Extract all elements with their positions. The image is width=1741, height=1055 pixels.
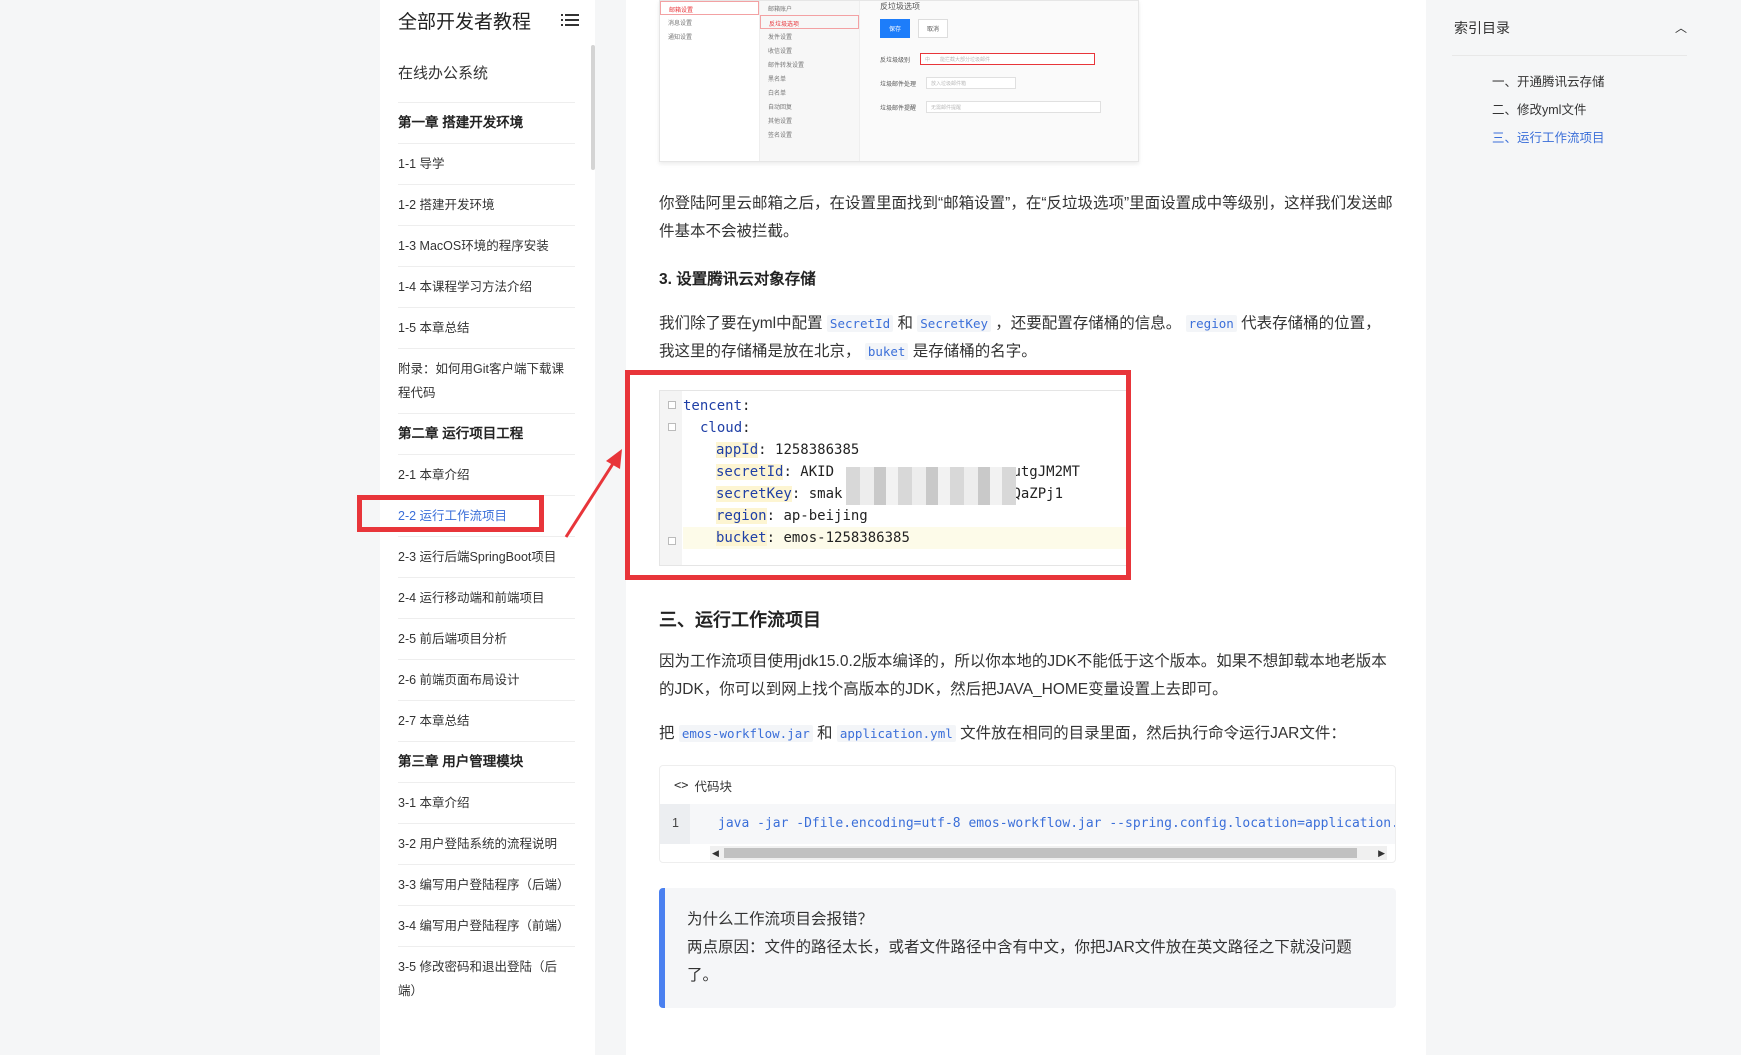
code-horizontal-scrollbar[interactable]: ◀ ▶ xyxy=(710,846,1387,860)
code-block-header: <> 代码块 xyxy=(660,766,1395,804)
text-run: 把 xyxy=(659,725,679,742)
scroll-left-icon[interactable]: ◀ xyxy=(712,848,719,859)
lesson-item[interactable]: 2-4 运行移动端和前端项目 xyxy=(398,577,575,618)
inline-code: SecretKey xyxy=(917,315,991,332)
screenshot-panel: 反垃圾选项 保存 取消 反垃圾级别 中 能拦截大部分垃圾邮件 垃圾邮件处理 放入… xyxy=(870,1,1138,161)
screenshot-subnav-item: 其他设置 xyxy=(768,119,793,125)
screenshot-row: 垃圾邮件处理 放入垃圾邮件箱 xyxy=(880,77,1017,89)
inline-code: SecretId xyxy=(826,315,894,332)
screenshot-cancel-button: 取消 xyxy=(918,19,949,38)
screenshot-subnav-item: 黑名单 xyxy=(768,77,787,83)
text-run: ，还要配置存储桶的信息。 xyxy=(991,315,1186,332)
annotation-arrow-icon xyxy=(564,449,622,538)
screenshot-subnav: 邮箱账户 反垃圾选项 发件设置 收信设置 邮件转发设置 黑名单 白名单 自动回复… xyxy=(760,1,860,161)
screenshot-subnav-item: 反垃圾选项 xyxy=(760,15,859,29)
chevron-up-icon[interactable]: ︿ xyxy=(1675,19,1687,36)
line-number: 1 xyxy=(660,804,690,844)
sidebar-title: 全部开发者教程 xyxy=(398,11,532,33)
screenshot-row: 反垃圾级别 中 能拦截大部分垃圾邮件 xyxy=(880,53,1096,65)
chapter-2: 第二章 运行项目工程 xyxy=(398,413,575,454)
heading-tencent-storage: 3. 设置腾讯云对象存储 xyxy=(659,271,816,288)
chapter-1: 第一章 搭建开发环境 xyxy=(398,102,575,143)
screenshot-row-label: 反垃圾级别 xyxy=(880,57,911,64)
lesson-item[interactable]: 1-3 MacOS环境的程序安装 xyxy=(398,225,575,266)
code-block: <> 代码块 1 java -jar -Dfile.encoding=utf-8… xyxy=(659,765,1396,863)
annotation-highlight-box xyxy=(625,370,1131,580)
screenshot-row-label: 垃圾邮件提醒 xyxy=(880,105,917,112)
screenshot-row-field: 中 能拦截大部分垃圾邮件 xyxy=(920,53,1096,65)
screenshot-subnav-item: 收信设置 xyxy=(768,49,793,55)
lesson-item[interactable]: 2-6 前端页面布局设计 xyxy=(398,659,575,700)
tip-title: 为什么工作流项目会报错？ xyxy=(687,911,874,928)
lesson-item[interactable]: 3-2 用户登陆系统的流程说明 xyxy=(398,823,575,864)
course-name[interactable]: 在线办公系统 xyxy=(380,40,595,102)
lesson-item[interactable]: 3-3 编写用户登陆程序（后端） xyxy=(398,864,575,905)
screenshot-nav-item: 消息设置 xyxy=(668,21,693,27)
screenshot-nav-item: 邮箱设置 xyxy=(660,1,759,15)
screenshot-subnav-item: 邮箱账户 xyxy=(768,7,793,13)
screenshot-subnav-item: 邮件转发设置 xyxy=(768,63,805,69)
code-block-body[interactable]: 1 java -jar -Dfile.encoding=utf-8 emos-w… xyxy=(660,804,1395,844)
screenshot-row-label: 垃圾邮件处理 xyxy=(880,81,917,88)
text-run: 文件放在相同的目录里面，然后执行命令运行JAR文件： xyxy=(955,725,1346,742)
lesson-item[interactable]: 2-5 前后端项目分析 xyxy=(398,618,575,659)
screenshot-subnav-item: 签名设置 xyxy=(768,133,793,139)
inline-code: buket xyxy=(864,343,909,360)
tip-body: 两点原因：文件的路径太长，或者文件路径中含有中文，你把JAR文件放在英文路径之下… xyxy=(687,939,1352,984)
text-run: 我们除了要在yml中配置 xyxy=(659,315,827,332)
sidebar-scrollbar[interactable] xyxy=(591,45,595,170)
screenshot-row-field: 放入垃圾邮件箱 xyxy=(926,77,1017,89)
toc-item[interactable]: 一、开通腾讯云存储 xyxy=(1492,68,1687,96)
code-block-label: 代码块 xyxy=(694,779,732,794)
screenshot-row-field: 无需邮件提醒 xyxy=(926,101,1102,113)
lesson-item[interactable]: 3-1 本章介绍 xyxy=(398,782,575,823)
heading-run-workflow: 三、运行工作流项目 xyxy=(659,610,821,630)
toc-item-active[interactable]: 三、运行工作流项目 xyxy=(1492,124,1687,152)
sidebar-header: 全部开发者教程 xyxy=(380,0,595,40)
lesson-item[interactable]: 1-5 本章总结 xyxy=(398,307,575,348)
lesson-item[interactable]: 3-5 修改密码和退出登陆（后端） xyxy=(398,946,575,1011)
lesson-item[interactable]: 1-4 本课程学习方法介绍 xyxy=(398,266,575,307)
paragraph-run-jar: 把 emos-workflow.jar 和 application.yml 文件… xyxy=(659,720,1396,748)
screenshot-save-button: 保存 xyxy=(880,19,911,38)
screenshot-subnav-item: 发件设置 xyxy=(768,35,793,41)
tip-callout: 为什么工作流项目会报错？ 两点原因：文件的路径太长，或者文件路径中含有中文，你把… xyxy=(659,888,1396,1008)
toc-title: 索引目录 xyxy=(1454,19,1510,36)
lesson-item[interactable]: 1-1 导学 xyxy=(398,143,575,184)
screenshot-subnav-item: 白名单 xyxy=(768,91,787,97)
text-run: 和 xyxy=(812,725,837,742)
code-line[interactable]: java -jar -Dfile.encoding=utf-8 emos-wor… xyxy=(718,816,1395,831)
table-of-contents: 索引目录 ︿ 一、开通腾讯云存储 二、修改yml文件 三、运行工作流项目 xyxy=(1452,0,1687,1055)
lesson-item[interactable]: 2-1 本章介绍 xyxy=(398,454,575,495)
chapter-3: 第三章 用户管理模块 xyxy=(398,741,575,782)
scroll-right-icon[interactable]: ▶ xyxy=(1378,848,1385,859)
annotation-highlight-box xyxy=(357,495,544,532)
paragraph-yml-config: 我们除了要在yml中配置 SecretId 和 SecretKey ，还要配置存… xyxy=(659,310,1396,366)
screenshot-nav: 邮箱设置 消息设置 通知设置 xyxy=(660,1,760,161)
scrollbar-thumb[interactable] xyxy=(724,848,1357,858)
text-run: 和 xyxy=(893,315,918,332)
toc-list: 一、开通腾讯云存储 二、修改yml文件 三、运行工作流项目 xyxy=(1452,56,1687,152)
inline-code: region xyxy=(1185,315,1237,332)
screenshot-row: 垃圾邮件提醒 无需邮件提醒 xyxy=(880,101,1102,113)
toc-header[interactable]: 索引目录 ︿ xyxy=(1452,0,1687,56)
toc-item[interactable]: 二、修改yml文件 xyxy=(1492,96,1687,124)
inline-code: application.yml xyxy=(836,725,956,742)
lesson-list: 第一章 搭建开发环境 1-1 导学 1-2 搭建开发环境 1-3 MacOS环境… xyxy=(380,102,595,1011)
screenshot-panel-title: 反垃圾选项 xyxy=(880,2,920,11)
screenshot-nav-item: 通知设置 xyxy=(668,35,693,41)
lesson-item[interactable]: 附录：如何用Git客户端下载课程代码 xyxy=(398,348,575,413)
screenshot-subnav-item: 自动回复 xyxy=(768,105,793,111)
inline-code: emos-workflow.jar xyxy=(678,725,813,742)
list-menu-icon[interactable] xyxy=(561,13,579,27)
lesson-item[interactable]: 2-7 本章总结 xyxy=(398,700,575,741)
settings-screenshot: 邮箱设置 消息设置 通知设置 邮箱账户 反垃圾选项 发件设置 收信设置 邮件转发… xyxy=(659,0,1139,162)
lesson-item[interactable]: 1-2 搭建开发环境 xyxy=(398,184,575,225)
code-icon: <> xyxy=(674,778,689,792)
paragraph-mailbox-setting: 你登陆阿里云邮箱之后，在设置里面找到“邮箱设置”，在“反垃圾选项”里面设置成中等… xyxy=(659,195,1393,240)
text-run: 是存储桶的名字。 xyxy=(908,343,1037,360)
lesson-item[interactable]: 3-4 编写用户登陆程序（前端） xyxy=(398,905,575,946)
lesson-item[interactable]: 2-3 运行后端SpringBoot项目 xyxy=(398,536,575,577)
paragraph-jdk-requirement: 因为工作流项目使用jdk15.0.2版本编译的，所以你本地的JDK不能低于这个版… xyxy=(659,653,1387,698)
